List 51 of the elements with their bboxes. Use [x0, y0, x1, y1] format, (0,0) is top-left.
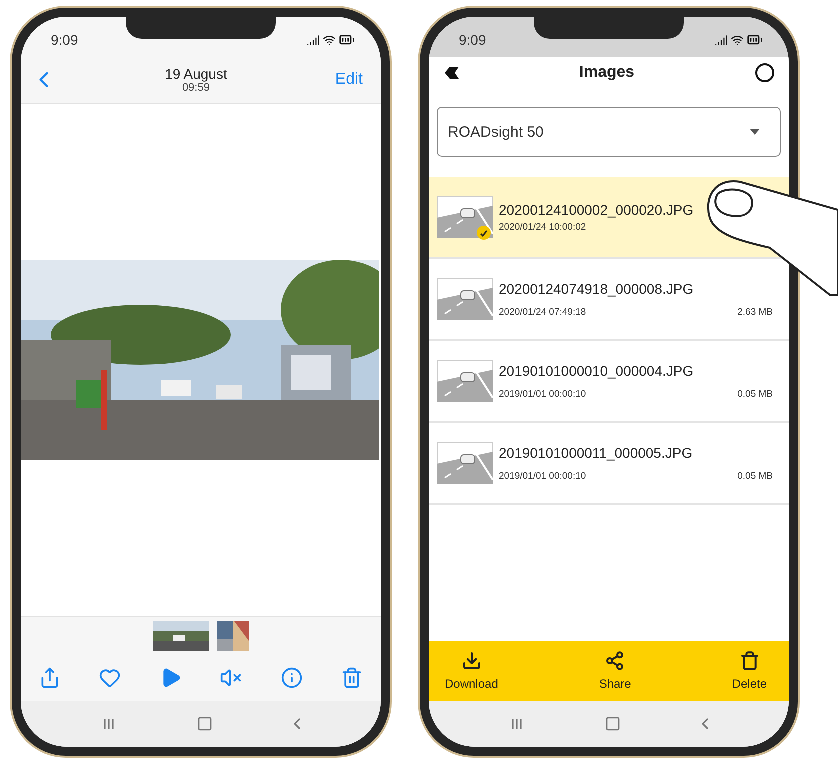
road-thumbnail-icon	[437, 360, 493, 402]
select-button[interactable]	[754, 63, 775, 83]
recent-apps-button[interactable]	[102, 717, 116, 731]
caret-icon	[750, 129, 760, 135]
file-date: 2020/01/24 10:00:02	[499, 222, 586, 232]
device-dropdown[interactable]: ROADsight 50	[437, 107, 781, 157]
status-time: 9:09	[51, 32, 78, 48]
road-thumbnail-icon	[437, 442, 493, 484]
file-date: 2019/01/01 00:00:10	[499, 470, 586, 482]
recent-apps-button[interactable]	[510, 717, 524, 731]
share-button[interactable]: Share	[599, 651, 632, 691]
delete-button[interactable]: Delete	[732, 651, 767, 691]
wifi-icon	[323, 34, 336, 46]
wifi-icon	[731, 34, 744, 46]
delete-icon	[740, 651, 760, 671]
file-size: 2.63 MB	[738, 306, 773, 318]
file-name: 20200124074918_000008.JPG	[499, 280, 695, 296]
info-icon	[280, 667, 303, 689]
signal-icon	[715, 34, 728, 46]
mute-button[interactable]	[220, 667, 242, 689]
file-date: 2020/01/24 07:49:18	[499, 306, 586, 318]
file-date: 2019/01/01 00:00:10	[499, 388, 586, 400]
share-icon	[39, 667, 61, 689]
trash-button[interactable]	[340, 667, 363, 689]
share-icon	[605, 651, 626, 671]
road-thumbnail-icon	[437, 278, 493, 320]
file-name: 20200124100002_000020.JPG	[499, 202, 695, 218]
signal-icon	[307, 34, 320, 46]
check-icon	[477, 226, 491, 240]
mute-icon	[220, 667, 242, 689]
file-size: 0.05 MB	[738, 388, 773, 400]
download-button[interactable]: Download	[445, 651, 498, 691]
heart-button[interactable]	[99, 667, 122, 689]
back-button[interactable]	[445, 67, 459, 79]
road-thumbnail-icon	[437, 196, 493, 238]
screen-title: Images	[579, 64, 635, 82]
file-size: 0.05 MB	[738, 470, 773, 482]
back-icon	[702, 718, 708, 730]
nav-title: 19 August	[165, 66, 228, 82]
download-icon	[462, 651, 482, 671]
nav-subtitle: 09:59	[182, 82, 210, 94]
share-button[interactable]	[39, 667, 61, 689]
file-name: 20190101000011_000005.JPG	[499, 444, 694, 460]
home-button[interactable]	[604, 716, 620, 732]
heart-icon	[99, 667, 122, 689]
file-name: 20190101000010_000004.JPG	[499, 362, 695, 378]
status-time: 9:09	[459, 32, 486, 48]
trash-icon	[340, 667, 363, 689]
back-icon	[294, 718, 300, 730]
info-button[interactable]	[280, 667, 303, 689]
home-button[interactable]	[196, 716, 212, 732]
